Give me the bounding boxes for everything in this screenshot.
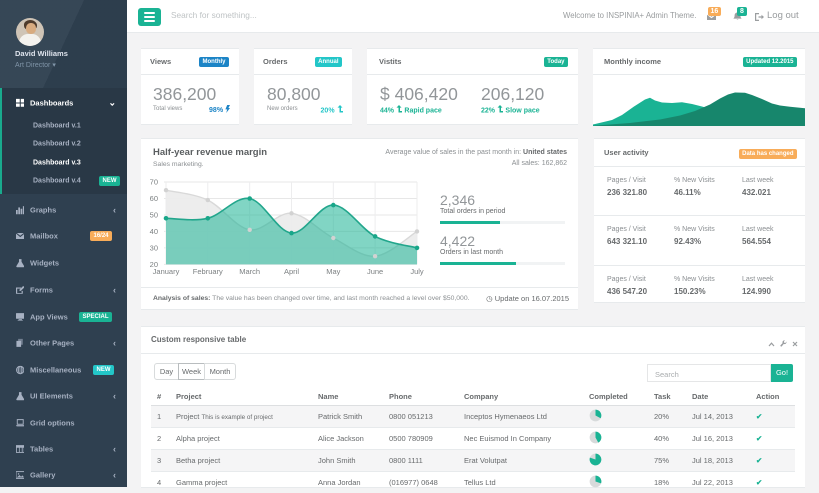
svg-text:February: February xyxy=(193,267,223,276)
svg-text:40: 40 xyxy=(150,227,158,236)
svg-text:May: May xyxy=(326,267,340,276)
svg-text:50: 50 xyxy=(150,211,158,220)
svg-text:July: July xyxy=(410,267,424,276)
svg-text:June: June xyxy=(367,267,383,276)
svg-text:30: 30 xyxy=(150,244,158,253)
svg-text:April: April xyxy=(284,267,299,276)
svg-text:March: March xyxy=(239,267,260,276)
svg-text:70: 70 xyxy=(150,178,158,187)
svg-text:January: January xyxy=(153,267,180,276)
svg-text:60: 60 xyxy=(150,194,158,203)
